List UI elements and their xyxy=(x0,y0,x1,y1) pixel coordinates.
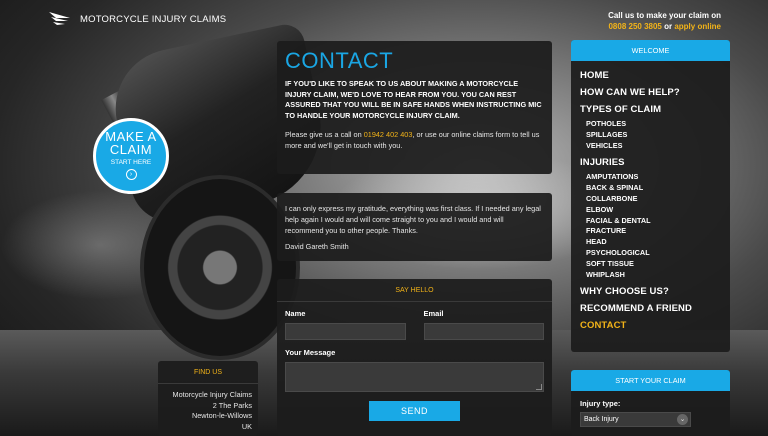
injury-type-select[interactable]: Back Injury ⌄ xyxy=(580,412,691,427)
email-label: Email xyxy=(423,309,444,318)
send-button[interactable]: SEND xyxy=(369,401,460,421)
nav-types-of-claim[interactable]: TYPES OF CLAIM xyxy=(580,104,721,115)
nav-why-choose-us[interactable]: WHY CHOOSE US? xyxy=(580,286,721,297)
nav-sub-item[interactable]: SPILLAGES xyxy=(586,130,721,141)
nav-sub-item[interactable]: FRACTURE xyxy=(586,226,721,237)
nav-contact[interactable]: CONTACT xyxy=(580,320,721,331)
nav-recommend-a-friend[interactable]: RECOMMEND A FRIEND xyxy=(580,303,721,314)
nav-sub-item[interactable]: WHIPLASH xyxy=(586,270,721,281)
nav-sub-item[interactable]: FACIAL & DENTAL xyxy=(586,216,721,227)
say-hello-form: SAY HELLO Name Email Your Message SEND xyxy=(277,279,552,436)
nav-sub-item[interactable]: POTHOLES xyxy=(586,119,721,130)
nav-sub-item[interactable]: PSYCHOLOGICAL xyxy=(586,248,721,259)
nav-sub-item[interactable]: BACK & SPINAL xyxy=(586,183,721,194)
address-line: 2 The Parks xyxy=(212,400,252,410)
contact-body: Please give us a call on 01942 402 403, … xyxy=(285,130,544,151)
page-title: CONTACT xyxy=(285,48,394,73)
nav-home[interactable]: HOME xyxy=(580,70,721,81)
chevron-right-icon: › xyxy=(125,169,137,180)
site-logo[interactable]: MOTORCYCLE INJURY CLAIMS xyxy=(48,10,226,28)
testimonial-author: David Gareth Smith xyxy=(285,242,349,251)
name-label: Name xyxy=(285,309,306,318)
nav-sub-item[interactable]: VEHICLES xyxy=(586,141,721,152)
chevron-down-icon: ⌄ xyxy=(677,414,688,425)
claim-start-here: START HERE xyxy=(110,159,152,166)
sidebar-nav: WELCOME HOME HOW CAN WE HELP? TYPES OF C… xyxy=(571,40,730,352)
injury-type-label: Injury type: xyxy=(580,399,621,408)
message-textarea[interactable] xyxy=(285,362,544,392)
wing-logo-icon xyxy=(48,10,72,28)
header-phone-link[interactable]: 0808 250 3805 xyxy=(608,22,661,31)
nav-sub-item[interactable]: SOFT TISSUE xyxy=(586,259,721,270)
call-line: Call us to make your claim on xyxy=(608,11,721,20)
logo-text: MOTORCYCLE INJURY CLAIMS xyxy=(80,13,227,25)
start-claim-heading: START YOUR CLAIM xyxy=(571,370,730,391)
or-text: or xyxy=(661,22,675,31)
nav-sub-item[interactable]: HEAD xyxy=(586,237,721,248)
header-contact: Call us to make your claim on 0808 250 3… xyxy=(608,10,721,32)
contact-lead: If you'd like to speak to us about makin… xyxy=(285,79,542,120)
sidebar-heading: WELCOME xyxy=(571,40,730,61)
address-line: Motorcycle Injury Claims xyxy=(172,390,252,399)
address-line: Newton-le-Willows xyxy=(191,411,252,420)
testimonial-panel: I can only express my gratitude, everyth… xyxy=(277,193,552,261)
email-input[interactable] xyxy=(423,323,544,340)
find-us-panel: FIND US Motorcycle Injury Claims 2 The P… xyxy=(158,361,258,436)
injury-type-value: Back Injury xyxy=(584,416,619,423)
nav-sub-item[interactable]: COLLARBONE xyxy=(586,194,721,205)
nav-injuries[interactable]: INJURIES xyxy=(580,157,721,168)
make-a-claim-button[interactable]: MAKE A CLAIM START HERE › xyxy=(93,118,169,194)
name-input[interactable] xyxy=(285,323,406,340)
find-us-heading: FIND US xyxy=(158,361,258,384)
nav-sub-item[interactable]: ELBOW xyxy=(586,205,721,216)
contact-body-pre: Please give us a call on xyxy=(285,130,364,139)
claim-line2: CLAIM xyxy=(109,142,153,157)
contact-panel: CONTACT If you'd like to speak to us abo… xyxy=(277,41,552,174)
start-claim-panel: START YOUR CLAIM Injury type: Back Injur… xyxy=(571,370,730,436)
say-hello-heading: SAY HELLO xyxy=(277,279,552,302)
contact-phone-link[interactable]: 01942 402 403 xyxy=(364,130,413,139)
address: Motorcycle Injury Claims 2 The Parks New… xyxy=(158,384,258,432)
testimonial-quote: I can only express my gratitude, everyth… xyxy=(285,204,541,235)
nav-sub-item[interactable]: AMPUTATIONS xyxy=(586,172,721,183)
message-label: Your Message xyxy=(285,348,336,357)
address-line: UK xyxy=(241,421,252,431)
nav-how-can-we-help[interactable]: HOW CAN WE HELP? xyxy=(580,87,721,98)
apply-online-link[interactable]: apply online xyxy=(674,22,721,31)
